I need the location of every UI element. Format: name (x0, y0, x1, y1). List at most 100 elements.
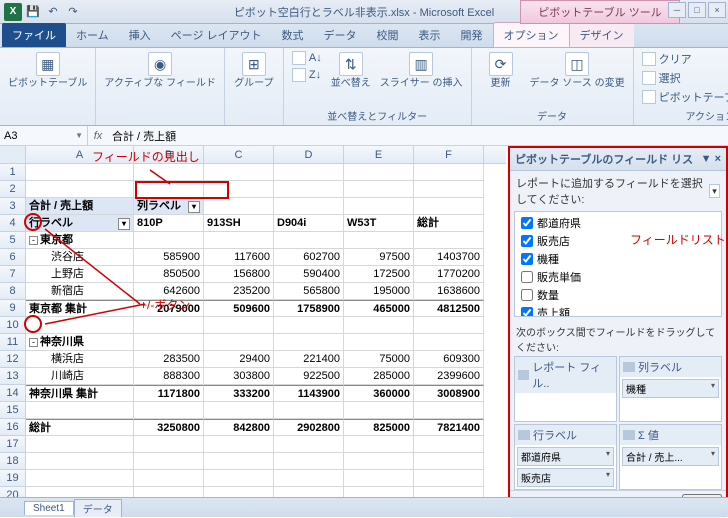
row-header[interactable]: 18 (0, 453, 26, 470)
row-header[interactable]: 5 (0, 232, 26, 249)
cell[interactable]: 117600 (204, 249, 274, 266)
cell[interactable] (274, 181, 344, 198)
cell[interactable]: 列ラベル▾ (134, 198, 204, 215)
row-header[interactable]: 17 (0, 436, 26, 453)
row-header[interactable]: 12 (0, 351, 26, 368)
cell[interactable]: D904i (274, 215, 344, 232)
cell[interactable]: 川崎店 (26, 368, 134, 385)
cell[interactable] (274, 402, 344, 419)
cell[interactable] (204, 436, 274, 453)
tab-view[interactable]: 表示 (409, 23, 451, 47)
name-box[interactable]: A3▼ (0, 126, 88, 145)
tab-review[interactable]: 校閲 (367, 23, 409, 47)
cell[interactable] (414, 198, 484, 215)
field-checkbox[interactable] (521, 271, 533, 283)
cell[interactable] (134, 164, 204, 181)
cell[interactable]: 585900 (134, 249, 204, 266)
row-header[interactable]: 15 (0, 402, 26, 419)
cell[interactable]: 3008900 (414, 385, 484, 402)
cell[interactable]: 913SH (204, 215, 274, 232)
cell[interactable] (26, 164, 134, 181)
cell[interactable] (344, 181, 414, 198)
cell[interactable]: 842800 (204, 419, 274, 436)
cell[interactable]: 285000 (344, 368, 414, 385)
minimize-button[interactable]: ─ (668, 2, 686, 18)
cell[interactable]: 333200 (204, 385, 274, 402)
pivottable-button[interactable]: ▦ピボットテーブル (6, 50, 89, 91)
cell[interactable] (134, 402, 204, 419)
cell[interactable] (414, 436, 484, 453)
cell[interactable] (26, 402, 134, 419)
cell[interactable]: 303800 (204, 368, 274, 385)
cell[interactable]: 1758900 (274, 300, 344, 317)
col-header[interactable]: A (26, 146, 134, 163)
cell[interactable] (26, 436, 134, 453)
tab-page-layout[interactable]: ページ レイアウト (161, 23, 272, 47)
expand-collapse-button[interactable]: - (29, 338, 38, 347)
cell[interactable]: 642600 (134, 283, 204, 300)
cell[interactable]: 渋谷店 (26, 249, 134, 266)
cell[interactable]: 4812500 (414, 300, 484, 317)
col-header[interactable]: D (274, 146, 344, 163)
cell[interactable]: W53T (344, 215, 414, 232)
cell[interactable] (414, 470, 484, 487)
expand-collapse-button[interactable]: - (29, 236, 38, 245)
field-checklist[interactable]: 都道府県販売店機種販売単価数量売上額 (514, 211, 722, 317)
tab-options[interactable]: オプション (493, 22, 570, 48)
cell[interactable] (344, 232, 414, 249)
cell[interactable]: 7821400 (414, 419, 484, 436)
cell[interactable] (204, 181, 274, 198)
cell[interactable] (274, 164, 344, 181)
cell[interactable] (204, 470, 274, 487)
field-item[interactable]: 販売単価 (521, 268, 715, 286)
sheet-tab[interactable]: Sheet1 (24, 501, 74, 515)
cell[interactable]: 283500 (134, 351, 204, 368)
field-checkbox[interactable] (521, 235, 533, 247)
row-header[interactable]: 7 (0, 266, 26, 283)
cell[interactable]: 2079000 (134, 300, 204, 317)
row-header[interactable]: 11 (0, 334, 26, 351)
cell[interactable] (134, 453, 204, 470)
cell[interactable] (344, 470, 414, 487)
cell[interactable] (204, 453, 274, 470)
field-checkbox[interactable] (521, 217, 533, 229)
area-field-token[interactable]: 都道府県 (517, 447, 614, 466)
group-button[interactable]: ⊞グループ (231, 50, 277, 91)
cell[interactable]: 2902800 (274, 419, 344, 436)
refresh-button[interactable]: ⟳更新 (478, 50, 524, 91)
field-checkbox[interactable] (521, 253, 533, 265)
sort-desc-button[interactable]: Z↓ (290, 67, 324, 83)
cell[interactable] (414, 402, 484, 419)
cell[interactable]: 360000 (344, 385, 414, 402)
cell[interactable]: 総計 (414, 215, 484, 232)
cell[interactable]: 509600 (204, 300, 274, 317)
cell[interactable]: 609300 (414, 351, 484, 368)
cell[interactable] (204, 317, 274, 334)
tab-design[interactable]: デザイン (570, 23, 634, 47)
cell[interactable] (414, 232, 484, 249)
col-header[interactable]: C (204, 146, 274, 163)
field-item[interactable]: 都道府県 (521, 214, 715, 232)
row-header[interactable]: 20 (0, 487, 26, 497)
area-field-token[interactable]: 販売店 (517, 468, 614, 487)
worksheet-grid[interactable]: A B C D E F 123合計 / 売上額列ラベル▾4行ラベル▾810P91… (0, 146, 506, 497)
cell[interactable] (26, 453, 134, 470)
cell[interactable] (26, 317, 134, 334)
cell[interactable]: 1403700 (414, 249, 484, 266)
cell[interactable]: 2399600 (414, 368, 484, 385)
pane-options-button[interactable]: ▾ (709, 184, 720, 198)
cell[interactable]: 922500 (274, 368, 344, 385)
cell[interactable] (274, 232, 344, 249)
cell[interactable]: 総計 (26, 419, 134, 436)
row-header[interactable]: 4 (0, 215, 26, 232)
clear-button[interactable]: クリア (640, 50, 728, 68)
cell[interactable]: 465000 (344, 300, 414, 317)
cell[interactable]: 横浜店 (26, 351, 134, 368)
cell[interactable]: 1171800 (134, 385, 204, 402)
pane-dropdown-icon[interactable]: ▼ × (701, 153, 721, 165)
cell[interactable]: 195000 (344, 283, 414, 300)
cell[interactable]: 825000 (344, 419, 414, 436)
fx-icon[interactable]: fx (88, 130, 108, 142)
cell[interactable] (344, 453, 414, 470)
cell[interactable]: 235200 (204, 283, 274, 300)
